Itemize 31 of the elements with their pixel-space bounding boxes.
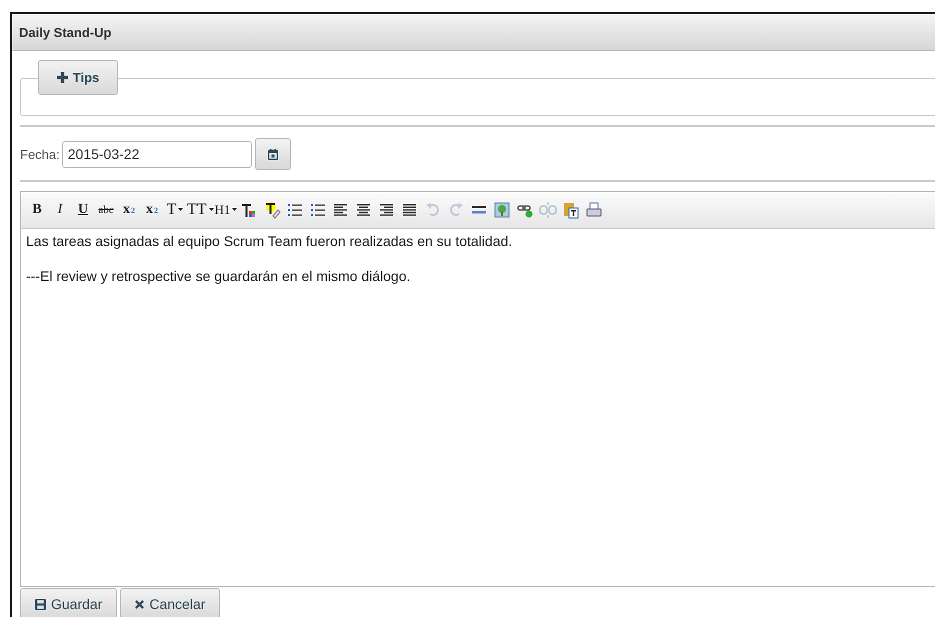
image-icon [493, 201, 512, 219]
size-button[interactable]: TT [187, 199, 214, 221]
paste-icon [562, 201, 580, 219]
tips-button[interactable]: Tips [38, 60, 118, 95]
caret-icon [208, 208, 214, 212]
plus-icon [56, 72, 68, 83]
caret-icon [232, 208, 238, 212]
editor-paragraph: ---El review y retrospective se guardarán en el mismo diálogo. [26, 268, 412, 284]
heading-button[interactable]: H1 [214, 199, 238, 221]
underline-button[interactable]: U [72, 199, 94, 221]
window-title: Daily Stand-Up [19, 24, 112, 40]
print-icon [585, 201, 604, 219]
strike-button[interactable]: abc [95, 199, 117, 221]
calendar-button[interactable] [254, 138, 291, 170]
editor-paragraph: Las tareas asignadas al equipo Scrum Team fueron realizadas en su totalidad. [26, 233, 514, 249]
cancel-button[interactable]: Cancelar [120, 588, 220, 617]
floppy-icon [35, 598, 46, 610]
calendar-icon [268, 148, 278, 160]
caret-icon [178, 208, 184, 212]
numbers-icon [309, 201, 328, 219]
save-button[interactable]: Guardar [20, 588, 118, 617]
unlink-icon [539, 201, 558, 219]
redo-icon [447, 201, 466, 219]
close-icon [135, 600, 144, 608]
bullets-icon [286, 201, 304, 219]
italic-button[interactable]: I [49, 199, 71, 221]
date-field[interactable]: 2015-03-22 [62, 140, 252, 168]
date-label: Fecha: [20, 146, 60, 162]
font-button[interactable]: T [164, 199, 186, 221]
highlight-icon [263, 201, 282, 219]
bold-button[interactable]: B [26, 199, 48, 221]
